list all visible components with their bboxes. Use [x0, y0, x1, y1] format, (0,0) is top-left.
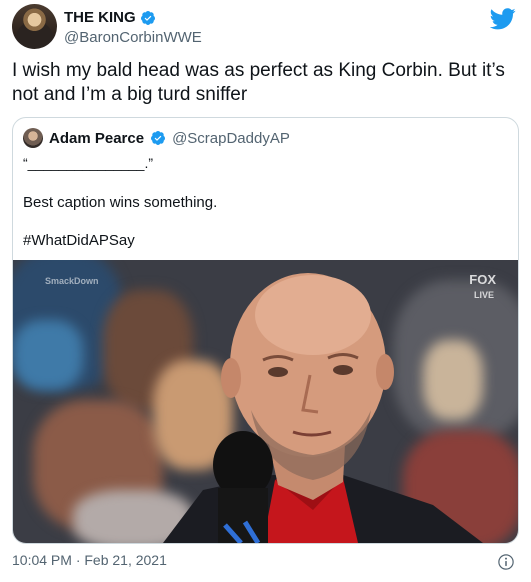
quoted-tweet-caption-blank: “_______________.” [23, 155, 154, 171]
person-illustration [163, 273, 483, 543]
tweet-header: THE KING @BaronCorbinWWE [12, 4, 522, 50]
tweet-timestamp[interactable]: 10:04 PM · Feb 21, 2021 [12, 552, 167, 568]
author-display-name[interactable]: THE KING [64, 9, 136, 27]
quoted-author-display-name: Adam Pearce [49, 129, 145, 147]
smackdown-watermark: SmackDown [45, 276, 99, 286]
author-handle[interactable]: @BaronCorbinWWE [64, 28, 202, 48]
verified-badge-icon [140, 11, 155, 25]
author-names: THE KING @BaronCorbinWWE [64, 9, 202, 48]
quoted-tweet-header: Adam Pearce @ScrapDaddyAP [23, 128, 290, 148]
live-label: LIVE [473, 290, 494, 300]
verified-badge-icon [151, 131, 166, 145]
quoted-tweet-hashtag[interactable]: #WhatDidAPSay [23, 232, 135, 249]
fox-logo-watermark: FOX [469, 272, 496, 287]
quoted-tweet-photo[interactable]: SmackDown FOX LIVE [13, 260, 518, 543]
quoted-author-handle: @ScrapDaddyAP [172, 129, 290, 147]
info-icon[interactable] [497, 553, 515, 571]
twitter-bird-icon[interactable] [490, 8, 516, 30]
quoted-tweet-text: Best caption wins something. [23, 194, 218, 211]
quoted-author-avatar [23, 128, 43, 148]
author-display-name-row[interactable]: THE KING [64, 9, 202, 27]
tweet-text: I wish my bald head was as perfect as Ki… [12, 60, 505, 105]
quoted-tweet-card[interactable]: Adam Pearce @ScrapDaddyAP “_____________… [12, 117, 519, 544]
author-avatar[interactable] [12, 4, 57, 49]
